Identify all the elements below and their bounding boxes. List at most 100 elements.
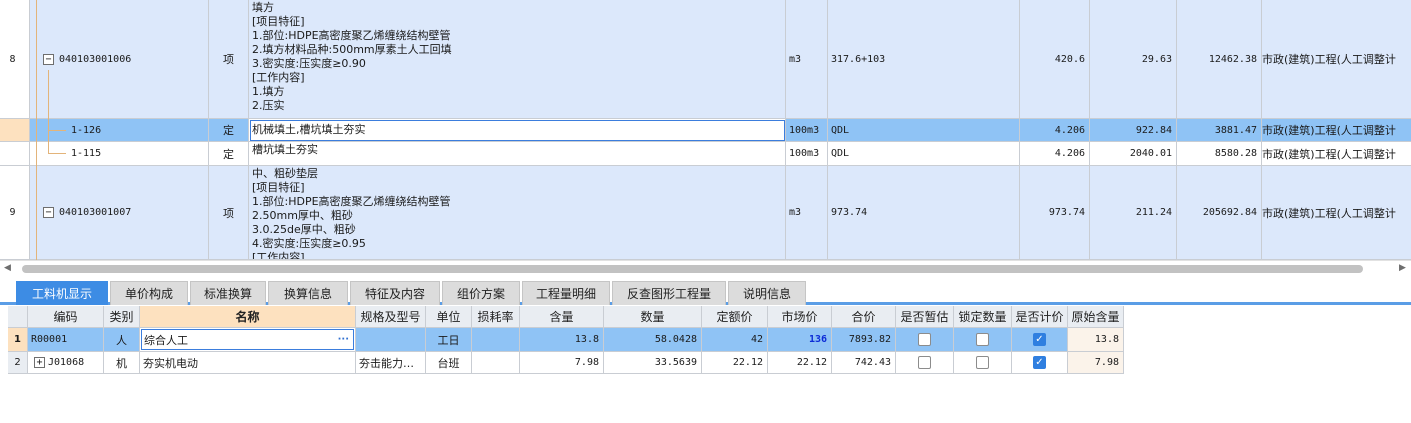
collapse-icon[interactable]: − [43, 207, 54, 218]
scroll-right-icon[interactable]: ▶ [1399, 263, 1406, 273]
specialty-name[interactable]: 市政(建筑)工程(人工调整计 [1262, 142, 1411, 166]
more-options-icon[interactable]: ··· [338, 334, 349, 345]
quantity-expression[interactable]: 317.6+103 [828, 0, 1020, 119]
unit-price[interactable]: 211.24 [1090, 166, 1177, 260]
item-description[interactable]: 填方 [项目特征] 1.部位:HDPE高密度聚乙烯缠绕结构壁管 2.填方材料品种… [249, 0, 786, 119]
specialty-name[interactable]: 市政(建筑)工程(人工调整计 [1262, 0, 1411, 119]
cell-total[interactable]: 742.43 [832, 352, 896, 374]
quantity-expression[interactable]: QDL [828, 142, 1020, 166]
bill-item-row[interactable]: 9 −040103001007 项 中、粗砂垫层 [项目特征] 1.部位:HDPE高密… [0, 166, 1411, 260]
header-quantity[interactable]: 数量 [604, 306, 702, 328]
item-type[interactable]: 定 [209, 119, 249, 142]
header-original-content[interactable]: 原始含量 [1068, 306, 1124, 328]
cell-content[interactable]: 13.8 [520, 328, 604, 352]
tab-features-content[interactable]: 特征及内容 [350, 281, 440, 305]
header-market-price[interactable]: 市场价 [768, 306, 832, 328]
cell-category[interactable]: 人 [104, 328, 140, 352]
header-is-estimated[interactable]: 是否暂估 [896, 306, 954, 328]
header-lock-quantity[interactable]: 锁定数量 [954, 306, 1012, 328]
item-unit[interactable]: 100m3 [786, 119, 828, 142]
cell-spec[interactable] [356, 328, 426, 352]
cell-market-price[interactable]: 136 [768, 328, 832, 352]
quantity-expression[interactable]: 973.74 [828, 166, 1020, 260]
header-total[interactable]: 合价 [832, 306, 896, 328]
cell-quantity[interactable]: 33.5639 [604, 352, 702, 374]
cell-is-priced[interactable]: ✓ [1012, 328, 1068, 352]
cell-quantity[interactable]: 58.0428 [604, 328, 702, 352]
tab-resource-display[interactable]: 工料机显示 [16, 281, 108, 305]
cell-content[interactable]: 7.98 [520, 352, 604, 374]
cell-is-priced[interactable]: ✓ [1012, 352, 1068, 374]
name-edit-input[interactable]: 综合人工 ··· [141, 329, 354, 350]
specialty-name[interactable]: 市政(建筑)工程(人工调整计 [1262, 166, 1411, 260]
tab-conversion-info[interactable]: 换算信息 [268, 281, 348, 305]
item-type[interactable]: 项 [209, 166, 249, 260]
checkbox-unchecked-icon[interactable] [918, 333, 931, 346]
item-unit[interactable]: m3 [786, 166, 828, 260]
header-unit[interactable]: 单位 [426, 306, 472, 328]
checkbox-unchecked-icon[interactable] [976, 356, 989, 369]
item-code[interactable]: 1-115 [30, 142, 209, 166]
cell-loss-rate[interactable] [472, 328, 520, 352]
tab-unit-price-composition[interactable]: 单价构成 [110, 281, 188, 305]
total-price[interactable]: 3881.47 [1177, 119, 1262, 142]
horizontal-scrollbar[interactable]: ◀ ▶ [0, 260, 1411, 275]
item-description[interactable]: 中、粗砂垫层 [项目特征] 1.部位:HDPE高密度聚乙烯缠绕结构壁管 2.50… [249, 166, 786, 260]
cell-market-price[interactable]: 22.12 [768, 352, 832, 374]
checkbox-unchecked-icon[interactable] [976, 333, 989, 346]
cell-loss-rate[interactable] [472, 352, 520, 374]
row-number[interactable]: 2 [8, 352, 28, 374]
header-spec[interactable]: 规格及型号 [356, 306, 426, 328]
cell-name[interactable]: 夯实机电动 [140, 352, 356, 374]
cell-code[interactable]: R00001 [28, 328, 104, 352]
cell-original-content[interactable]: 13.8 [1068, 328, 1124, 352]
cell-category[interactable]: 机 [104, 352, 140, 374]
cell-quota-price[interactable]: 42 [702, 328, 768, 352]
specialty-name[interactable]: 市政(建筑)工程(人工调整计 [1262, 119, 1411, 142]
tab-pricing-scheme[interactable]: 组价方案 [442, 281, 520, 305]
cell-spec[interactable]: 夯击能力… [356, 352, 426, 374]
item-unit[interactable]: 100m3 [786, 142, 828, 166]
header-code[interactable]: 编码 [28, 306, 104, 328]
cell-original-content[interactable]: 7.98 [1068, 352, 1124, 374]
tab-quantity-detail[interactable]: 工程量明细 [522, 281, 610, 305]
cell-unit[interactable]: 工日 [426, 328, 472, 352]
unit-price[interactable]: 29.63 [1090, 0, 1177, 119]
item-quantity[interactable]: 973.74 [1020, 166, 1090, 260]
checkbox-checked-icon[interactable]: ✓ [1033, 356, 1046, 369]
header-loss-rate[interactable]: 损耗率 [472, 306, 520, 328]
cell-unit[interactable]: 台班 [426, 352, 472, 374]
item-unit[interactable]: m3 [786, 0, 828, 119]
header-content[interactable]: 含量 [520, 306, 604, 328]
item-code[interactable]: −040103001006 [30, 0, 209, 119]
cell-code[interactable]: + J01068 [28, 352, 104, 374]
header-name[interactable]: 名称 [140, 306, 356, 328]
expand-icon[interactable]: + [34, 357, 45, 368]
header-quota-price[interactable]: 定额价 [702, 306, 768, 328]
row-number[interactable]: 1 [8, 328, 28, 352]
header-is-priced[interactable]: 是否计价 [1012, 306, 1068, 328]
tab-description-info[interactable]: 说明信息 [728, 281, 806, 305]
checkbox-unchecked-icon[interactable] [918, 356, 931, 369]
collapse-icon[interactable]: − [43, 53, 54, 65]
item-description[interactable]: 机械填土,槽坑填土夯实 [249, 119, 786, 142]
cell-is-estimated[interactable] [896, 352, 954, 374]
total-price[interactable]: 8580.28 [1177, 142, 1262, 166]
unit-price[interactable]: 2040.01 [1090, 142, 1177, 166]
cell-lock-quantity[interactable] [954, 352, 1012, 374]
cell-quota-price[interactable]: 22.12 [702, 352, 768, 374]
item-type[interactable]: 项 [209, 0, 249, 119]
header-category[interactable]: 类别 [104, 306, 140, 328]
item-quantity[interactable]: 420.6 [1020, 0, 1090, 119]
item-description[interactable]: 槽坑填土夯实 [249, 142, 786, 166]
quota-row[interactable]: 1-115 定 槽坑填土夯实 100m3 QDL 4.206 2040.01 8580.28 市… [0, 142, 1411, 166]
cell-total[interactable]: 7893.82 [832, 328, 896, 352]
cell-name[interactable]: 综合人工 ··· [140, 328, 356, 352]
total-price[interactable]: 205692.84 [1177, 166, 1262, 260]
cell-is-estimated[interactable] [896, 328, 954, 352]
quota-row[interactable]: 1-126 定 机械填土,槽坑填土夯实 100m3 QDL 4.206 922.84 3881… [0, 119, 1411, 142]
checkbox-checked-icon[interactable]: ✓ [1033, 333, 1046, 346]
item-quantity[interactable]: 4.206 [1020, 119, 1090, 142]
quantity-expression[interactable]: QDL [828, 119, 1020, 142]
cell-lock-quantity[interactable] [954, 328, 1012, 352]
